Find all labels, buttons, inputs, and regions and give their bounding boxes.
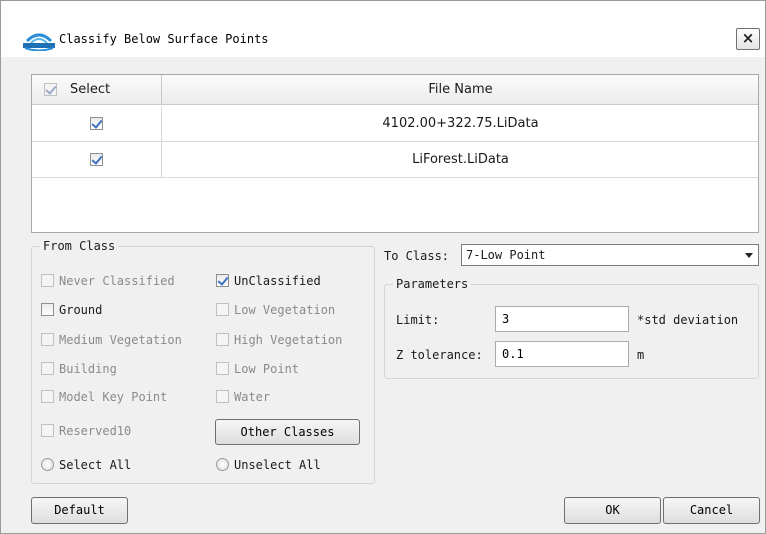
limit-label: Limit: — [396, 313, 440, 327]
dropdown-arrow-icon — [745, 253, 753, 258]
high-vegetation-label: High Vegetation — [234, 333, 343, 347]
parameters-title: Parameters — [393, 277, 472, 291]
unselect-all-radio[interactable] — [216, 458, 229, 471]
file-name-cell: LiForest.LiData — [412, 152, 509, 167]
select-all-header-checkbox[interactable] — [44, 83, 57, 96]
high-vegetation-checkbox[interactable] — [216, 333, 229, 346]
never-classified-checkbox[interactable] — [41, 274, 54, 287]
z-tolerance-unit-label: m — [637, 348, 645, 362]
medium-vegetation-label: Medium Vegetation — [59, 333, 182, 347]
low-vegetation-checkbox[interactable] — [216, 303, 229, 316]
limit-field[interactable] — [495, 306, 629, 332]
classify-dialog: Classify Below Surface Points × Select F… — [0, 0, 766, 534]
row-checkbox[interactable] — [90, 117, 103, 130]
default-button[interactable]: Default — [31, 497, 128, 524]
table-header: Select File Name — [32, 75, 758, 105]
title-bar: Classify Below Surface Points × — [1, 1, 765, 57]
unclassified-label: UnClassified — [234, 274, 321, 288]
select-cell — [32, 106, 162, 141]
from-class-title: From Class — [40, 239, 119, 253]
model-key-point-checkbox[interactable] — [41, 390, 54, 403]
ground-checkbox[interactable] — [41, 303, 54, 316]
reserved10-label: Reserved10 — [59, 424, 132, 438]
close-button[interactable]: × — [736, 28, 760, 50]
select-all-label: Select All — [59, 458, 132, 472]
to-class-dropdown[interactable]: 7-Low Point — [461, 244, 759, 266]
z-tolerance-input[interactable] — [496, 342, 628, 366]
unclassified-checkbox[interactable] — [216, 274, 229, 287]
water-label: Water — [234, 390, 271, 404]
select-all-radio[interactable] — [41, 458, 54, 471]
building-checkbox[interactable] — [41, 362, 54, 375]
never-classified-label: Never Classified — [59, 274, 175, 288]
cancel-button[interactable]: Cancel — [663, 497, 760, 524]
reserved10-checkbox[interactable] — [41, 424, 54, 437]
lidar-app-logo-icon — [23, 33, 55, 51]
to-class-label: To Class: — [384, 249, 450, 263]
file-name-cell: 4102.00+322.75.LiData — [382, 116, 539, 131]
low-vegetation-label: Low Vegetation — [234, 303, 336, 317]
limit-input[interactable] — [496, 307, 628, 331]
low-point-checkbox[interactable] — [216, 362, 229, 375]
water-checkbox[interactable] — [216, 390, 229, 403]
ground-label: Ground — [59, 303, 103, 317]
z-tolerance-label: Z tolerance: — [396, 348, 483, 362]
select-cell — [32, 142, 162, 177]
file-table: Select File Name 4102.00+322.75.LiData L… — [31, 74, 759, 233]
medium-vegetation-checkbox[interactable] — [41, 333, 54, 346]
file-name-column-header[interactable]: File Name — [163, 75, 758, 105]
other-classes-button[interactable]: Other Classes — [215, 419, 360, 445]
model-key-point-label: Model Key Point — [59, 390, 168, 404]
building-label: Building — [59, 362, 117, 376]
dialog-title: Classify Below Surface Points — [59, 32, 269, 46]
limit-unit-label: *std deviation — [637, 313, 739, 327]
row-checkbox[interactable] — [90, 153, 103, 166]
table-row[interactable]: 4102.00+322.75.LiData — [32, 106, 758, 142]
ok-button[interactable]: OK — [564, 497, 661, 524]
low-point-label: Low Point — [234, 362, 300, 376]
z-tolerance-field[interactable] — [495, 341, 629, 367]
select-column-header[interactable]: Select — [32, 75, 162, 105]
select-column-label: Select — [70, 82, 111, 97]
table-row[interactable]: LiForest.LiData — [32, 142, 758, 178]
to-class-selected-value: 7-Low Point — [466, 248, 546, 262]
unselect-all-label: Unselect All — [234, 458, 321, 472]
